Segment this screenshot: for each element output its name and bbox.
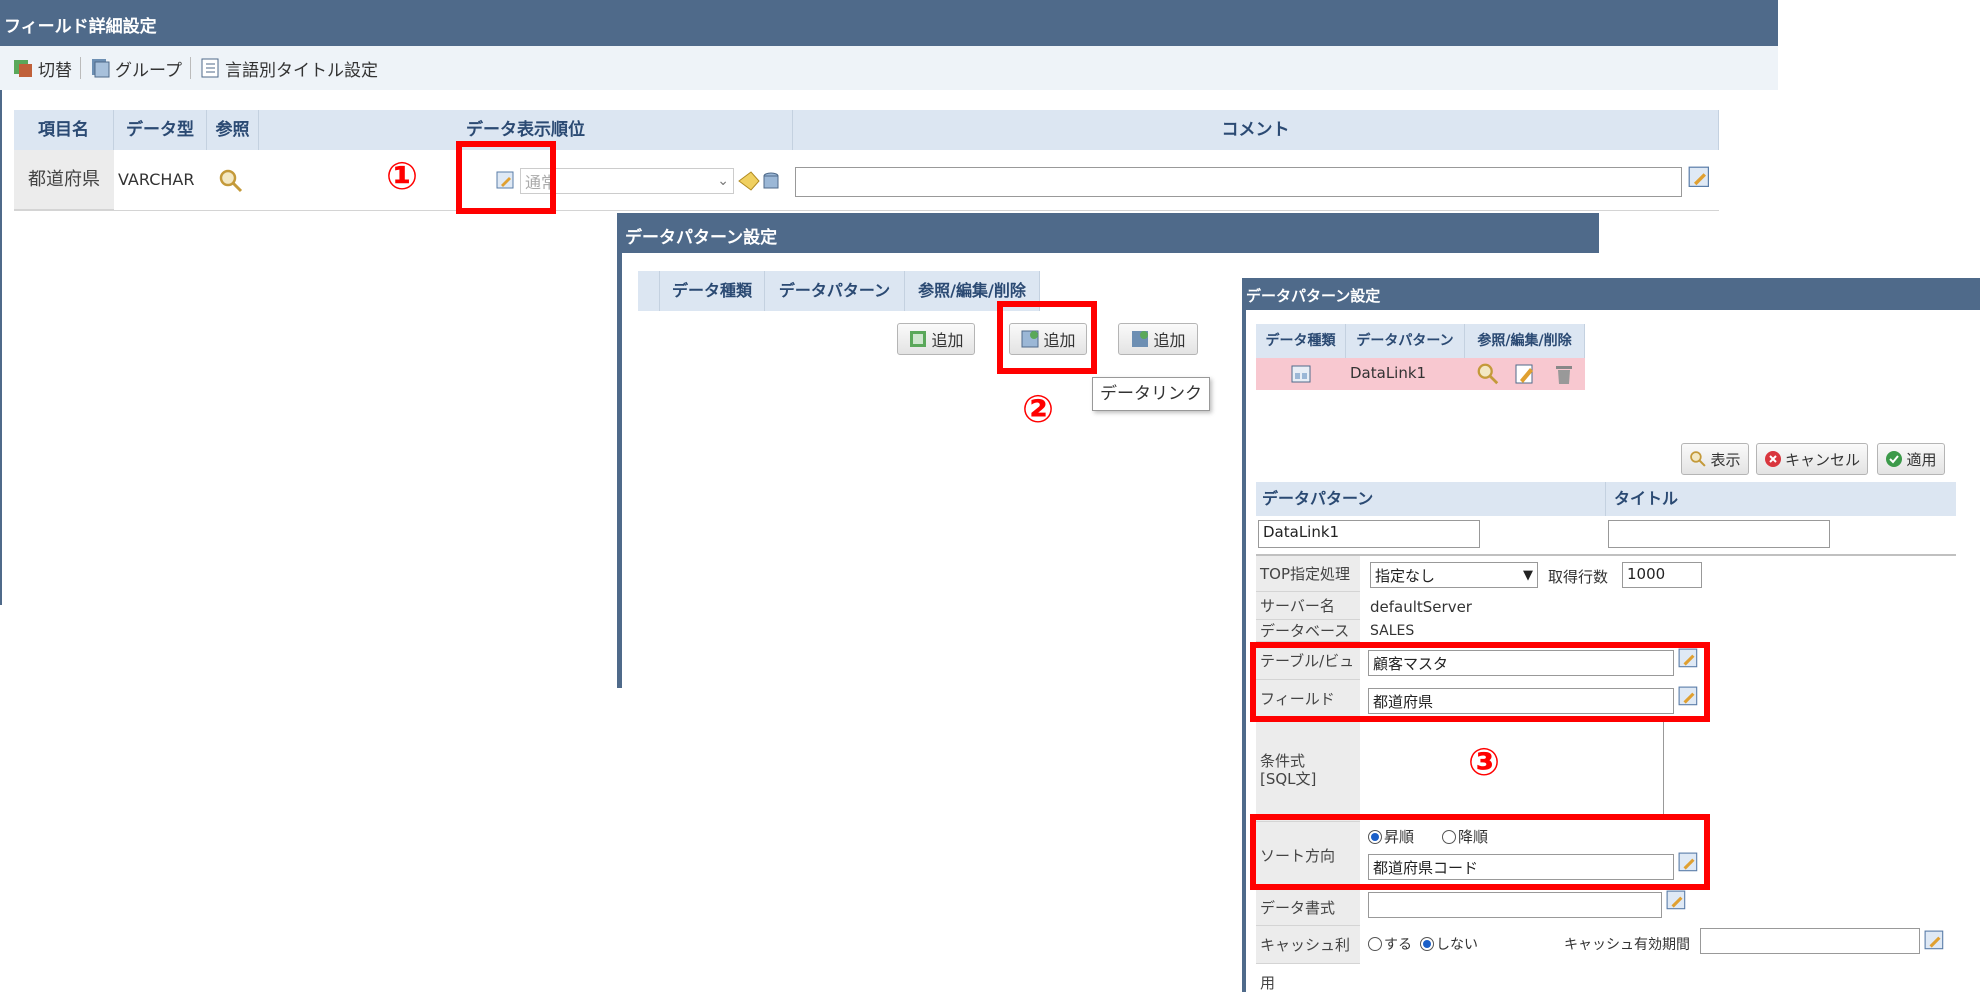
add-button-1[interactable]: 追加 bbox=[897, 323, 975, 355]
dlg2-col-header-pattern: データパターン bbox=[1346, 324, 1465, 358]
format-label: データ書式 bbox=[1256, 890, 1360, 926]
apply-button[interactable]: 適用 bbox=[1877, 443, 1945, 475]
cache-yes-option[interactable]: する bbox=[1368, 934, 1412, 954]
highlight-box-3b bbox=[1250, 814, 1710, 890]
switch-button[interactable]: 切替 bbox=[12, 56, 72, 81]
add-list-icon bbox=[1132, 331, 1149, 347]
pattern-name-input[interactable]: DataLink1 bbox=[1258, 520, 1480, 548]
edit-help-icon[interactable] bbox=[1924, 930, 1946, 952]
dialog2-title: データパターン設定 bbox=[1246, 287, 1381, 305]
switch-label: 切替 bbox=[38, 60, 72, 81]
format-input[interactable] bbox=[1368, 892, 1662, 918]
group-button[interactable]: グループ bbox=[89, 56, 182, 81]
top-select-value: 指定なし bbox=[1375, 566, 1436, 585]
col-header-ref: 参照 bbox=[207, 110, 259, 150]
row-data-type: VARCHAR bbox=[118, 170, 195, 189]
highlight-box-2 bbox=[997, 301, 1097, 374]
condition-textarea[interactable] bbox=[1364, 722, 1664, 820]
datalink-icon bbox=[1291, 365, 1311, 383]
main-toolbar: 切替 グループ 言語別タイトル設定 bbox=[0, 46, 1778, 90]
dlg2-col-header-actions: 参照/編集/削除 bbox=[1465, 324, 1585, 358]
data-pattern-detail-dialog: データパターン設定 データ種類 データパターン 参照/編集/削除 DataLin… bbox=[1242, 278, 1980, 992]
col-header-name: 項目名 bbox=[14, 110, 114, 150]
lang-title-label: 言語別タイトル設定 bbox=[224, 60, 378, 81]
view-button-label: 表示 bbox=[1710, 450, 1741, 469]
cancel-button[interactable]: キャンセル bbox=[1756, 443, 1868, 475]
cond-label-line1: 条件式 bbox=[1260, 752, 1306, 770]
top-label: TOP指定処理 bbox=[1256, 556, 1360, 592]
server-label: サーバー名 bbox=[1256, 592, 1360, 620]
radio-unchecked-icon bbox=[1368, 937, 1382, 951]
col-header-comment: コメント bbox=[793, 110, 1719, 150]
database-link-icon[interactable] bbox=[737, 168, 781, 194]
dlg1-col-header-pattern: データパターン bbox=[765, 271, 905, 311]
cache-period-label: キャッシュ有効期間 bbox=[1564, 937, 1690, 953]
chevron-down-icon: ▼ bbox=[1523, 567, 1533, 583]
row-item-name: 都道府県 bbox=[14, 150, 114, 210]
dialog2-titlebar: データパターン設定 bbox=[1242, 278, 1980, 310]
list-icon bbox=[201, 58, 219, 78]
form-header-title: タイトル bbox=[1606, 482, 1956, 516]
dialog1-titlebar: データパターン設定 bbox=[617, 213, 1599, 253]
main-left-border bbox=[0, 90, 2, 605]
apply-button-label: 適用 bbox=[1906, 450, 1937, 469]
dialog1-title: データパターン設定 bbox=[625, 228, 778, 248]
edit-icon[interactable] bbox=[1514, 362, 1536, 386]
form-header-pattern: データパターン bbox=[1256, 482, 1606, 516]
annotation-3: ③ bbox=[1468, 740, 1501, 784]
highlight-box-3a bbox=[1250, 642, 1710, 722]
search-icon[interactable] bbox=[218, 168, 244, 194]
title-input[interactable] bbox=[1608, 520, 1830, 548]
rows-label: 取得行数 bbox=[1548, 568, 1609, 586]
cond-label-line2: [SQL文] bbox=[1260, 770, 1317, 788]
cache-label: キャッシュ利用 bbox=[1256, 926, 1360, 992]
add-table-icon bbox=[910, 331, 927, 347]
toolbar-divider bbox=[80, 57, 81, 79]
cancel-button-label: キャンセル bbox=[1784, 450, 1860, 469]
group-icon bbox=[92, 59, 110, 78]
add-button-label: 追加 bbox=[931, 331, 964, 350]
group-label: グループ bbox=[115, 60, 182, 81]
radio-checked-icon bbox=[1420, 937, 1434, 951]
comment-input[interactable] bbox=[795, 167, 1682, 197]
db-value: SALES bbox=[1370, 623, 1415, 639]
add-button-3[interactable]: 追加 bbox=[1118, 323, 1198, 355]
top-select[interactable]: 指定なし ▼ bbox=[1370, 562, 1538, 588]
annotation-2: ② bbox=[1022, 387, 1055, 431]
edit-help-icon[interactable] bbox=[1688, 166, 1712, 190]
cache-no-option[interactable]: しない bbox=[1420, 934, 1478, 954]
pattern-list-name: DataLink1 bbox=[1350, 364, 1427, 382]
annotation-1: ① bbox=[386, 154, 419, 198]
cache-period-input[interactable] bbox=[1700, 928, 1920, 954]
dlg2-col-header-kind: データ種類 bbox=[1256, 324, 1346, 358]
cond-label: 条件式 [SQL文] bbox=[1256, 718, 1360, 822]
chevron-down-icon: ⌄ bbox=[717, 173, 729, 189]
edit-help-icon[interactable] bbox=[1666, 890, 1688, 912]
trash-icon[interactable] bbox=[1553, 362, 1575, 386]
main-titlebar: フィールド詳細設定 bbox=[0, 0, 1778, 46]
switch-icon bbox=[14, 60, 32, 77]
search-icon[interactable] bbox=[1476, 362, 1500, 386]
lang-title-button[interactable]: 言語別タイトル設定 bbox=[199, 56, 378, 81]
search-icon bbox=[1690, 451, 1707, 467]
datalink-tooltip: データリンク bbox=[1092, 377, 1210, 411]
dlg1-col-header-kind: データ種類 bbox=[660, 271, 765, 311]
main-title: フィールド詳細設定 bbox=[4, 17, 157, 37]
cache-no-label: しない bbox=[1436, 937, 1478, 953]
add-button-label: 追加 bbox=[1153, 331, 1186, 350]
highlight-box-1 bbox=[456, 141, 556, 214]
check-icon bbox=[1886, 451, 1903, 467]
toolbar-divider bbox=[189, 57, 191, 79]
view-button[interactable]: 表示 bbox=[1681, 443, 1749, 475]
cache-yes-label: する bbox=[1384, 937, 1412, 953]
form-divider bbox=[1256, 554, 1956, 556]
rows-input[interactable]: 1000 bbox=[1622, 562, 1702, 588]
dlg1-col-header-blank bbox=[638, 271, 660, 311]
col-header-type: データ型 bbox=[114, 110, 207, 150]
db-label: データベース bbox=[1256, 620, 1360, 642]
cancel-icon bbox=[1764, 451, 1781, 467]
server-value: defaultServer bbox=[1370, 598, 1472, 616]
